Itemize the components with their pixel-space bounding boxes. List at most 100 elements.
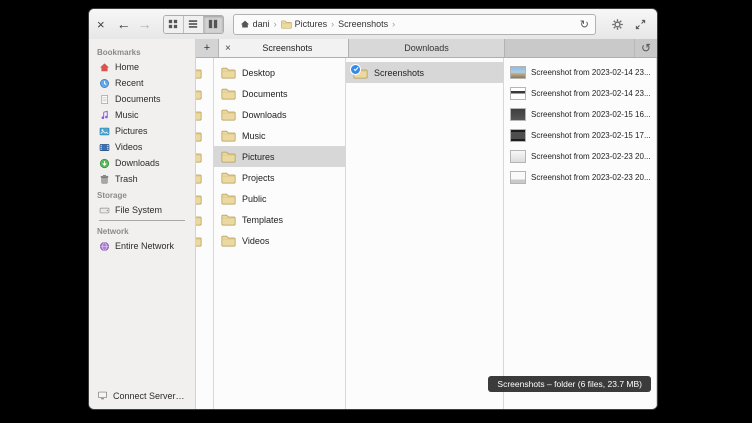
window-close-button[interactable]: ×	[97, 18, 105, 31]
file-thumbnail	[510, 108, 526, 121]
server-icon	[97, 390, 108, 401]
folder-row-pictures[interactable]: Pictures	[214, 146, 345, 167]
sidebar-item-downloads[interactable]: Downloads	[89, 155, 195, 171]
file-row[interactable]: Screenshot from 2023-02-14 23...	[504, 83, 656, 104]
folder-label: Screenshots	[374, 68, 424, 78]
folder-icon	[221, 172, 236, 184]
folder-label: Desktop	[242, 68, 275, 78]
column-parent-sliver[interactable]	[196, 58, 214, 409]
column-files: Screenshot from 2023-02-14 23... Screens…	[504, 58, 657, 409]
tab-downloads[interactable]: Downloads	[349, 39, 505, 57]
tab-close-icon[interactable]: ×	[225, 43, 231, 54]
file-row[interactable]: Screenshot from 2023-02-14 23...	[504, 62, 656, 83]
sidebar-item-entire-network[interactable]: Entire Network	[89, 238, 195, 254]
toolbar: × ← → dani › Pictures ›	[89, 9, 657, 40]
sidebar-heading-bookmarks: Bookmarks	[89, 44, 195, 59]
file-row[interactable]: Screenshot from 2023-02-23 20...	[504, 146, 656, 167]
miller-columns: Desktop Documents Downloads Music Pictur…	[196, 58, 657, 409]
breadcrumb-separator: ›	[331, 19, 334, 29]
tab-bar-spacer	[505, 39, 634, 57]
connect-server-button[interactable]: Connect Server…	[89, 390, 195, 401]
back-button[interactable]: ←	[117, 17, 131, 31]
folder-label: Videos	[242, 236, 269, 246]
sidebar-heading-network: Network	[89, 223, 195, 238]
folder-row-screenshots[interactable]: Screenshots	[346, 62, 503, 83]
download-icon	[99, 158, 110, 169]
folder-icon	[221, 109, 236, 121]
new-tab-button[interactable]: +	[196, 39, 219, 57]
folder-label: Music	[242, 131, 266, 141]
folder-icon	[196, 130, 202, 142]
sidebar-item-recent[interactable]: Recent	[89, 75, 195, 91]
breadcrumb-label: Pictures	[295, 19, 328, 29]
folder-row-music[interactable]: Music	[214, 125, 345, 146]
file-thumbnail	[510, 171, 526, 184]
tab-screenshots[interactable]: × Screenshots	[219, 39, 349, 57]
home-icon	[240, 19, 250, 29]
sidebar-item-videos[interactable]: Videos	[89, 139, 195, 155]
globe-icon	[99, 241, 110, 252]
sidebar-item-label: Entire Network	[115, 241, 174, 251]
file-row[interactable]: Screenshot from 2023-02-15 16...	[504, 104, 656, 125]
folder-icon	[196, 193, 202, 205]
folder-icon	[221, 67, 236, 79]
folder-row-downloads[interactable]: Downloads	[214, 104, 345, 125]
file-thumbnail	[510, 129, 526, 142]
folder-icon	[221, 214, 236, 226]
window-body: Bookmarks Home Recent Documents Music Pi…	[89, 39, 657, 409]
folder-row-templates[interactable]: Templates	[214, 209, 345, 230]
list-icon	[188, 19, 198, 29]
tab-label: Downloads	[404, 43, 449, 53]
folder-label: Projects	[242, 173, 275, 183]
folder-icon-sliver	[196, 62, 213, 83]
file-row[interactable]: Screenshot from 2023-02-15 17...	[504, 125, 656, 146]
sidebar-item-label: Downloads	[115, 158, 160, 168]
breadcrumb-home[interactable]: dani	[240, 19, 270, 29]
folder-icon	[221, 130, 236, 142]
breadcrumb-screenshots[interactable]: Screenshots	[338, 19, 388, 29]
sidebar-item-pictures[interactable]: Pictures	[89, 123, 195, 139]
breadcrumb-pictures[interactable]: Pictures	[281, 19, 328, 29]
folder-row-desktop[interactable]: Desktop	[214, 62, 345, 83]
file-manager-window: × ← → dani › Pictures ›	[88, 8, 658, 410]
sidebar-heading-storage: Storage	[89, 187, 195, 202]
forward-button[interactable]: →	[138, 17, 152, 31]
check-icon	[353, 66, 359, 72]
folder-icon	[196, 214, 202, 226]
sidebar-item-music[interactable]: Music	[89, 107, 195, 123]
breadcrumb-label: Screenshots	[338, 19, 388, 29]
video-icon	[99, 142, 110, 153]
breadcrumb-separator: ›	[274, 19, 277, 29]
list-view-button[interactable]	[184, 16, 204, 33]
sidebar-item-file-system[interactable]: File System	[89, 202, 195, 218]
column-view-button[interactable]	[204, 16, 223, 33]
folder-icon-sliver	[196, 188, 213, 209]
tab-history-button[interactable]: ↺	[634, 39, 657, 57]
tab-bar: + × Screenshots Downloads ↺	[196, 39, 657, 58]
file-row[interactable]: Screenshot from 2023-02-23 20...	[504, 167, 656, 188]
sidebar: Bookmarks Home Recent Documents Music Pi…	[89, 39, 196, 409]
folder-row-documents[interactable]: Documents	[214, 83, 345, 104]
folder-icon-with-badge	[353, 67, 368, 79]
settings-menu-button[interactable]	[608, 15, 626, 33]
sidebar-item-home[interactable]: Home	[89, 59, 195, 75]
folder-icon	[221, 88, 236, 100]
file-label: Screenshot from 2023-02-15 16...	[531, 110, 651, 119]
pathbar[interactable]: dani › Pictures › Screenshots › ↻	[233, 14, 596, 35]
file-label: Screenshot from 2023-02-14 23...	[531, 68, 651, 77]
folder-label: Downloads	[242, 110, 287, 120]
sidebar-item-trash[interactable]: Trash	[89, 171, 195, 187]
refresh-button[interactable]: ↻	[580, 18, 589, 31]
folder-icon-sliver	[196, 104, 213, 125]
sidebar-item-label: Pictures	[115, 126, 148, 136]
expand-window-button[interactable]	[631, 15, 649, 33]
column-home: Desktop Documents Downloads Music Pictur…	[214, 58, 346, 409]
sidebar-item-documents[interactable]: Documents	[89, 91, 195, 107]
folder-row-public[interactable]: Public	[214, 188, 345, 209]
folder-row-videos[interactable]: Videos	[214, 230, 345, 251]
tab-label: Screenshots	[233, 43, 342, 53]
grid-view-button[interactable]	[164, 16, 184, 33]
folder-icon-sliver	[196, 83, 213, 104]
trash-icon	[99, 174, 110, 185]
folder-row-projects[interactable]: Projects	[214, 167, 345, 188]
